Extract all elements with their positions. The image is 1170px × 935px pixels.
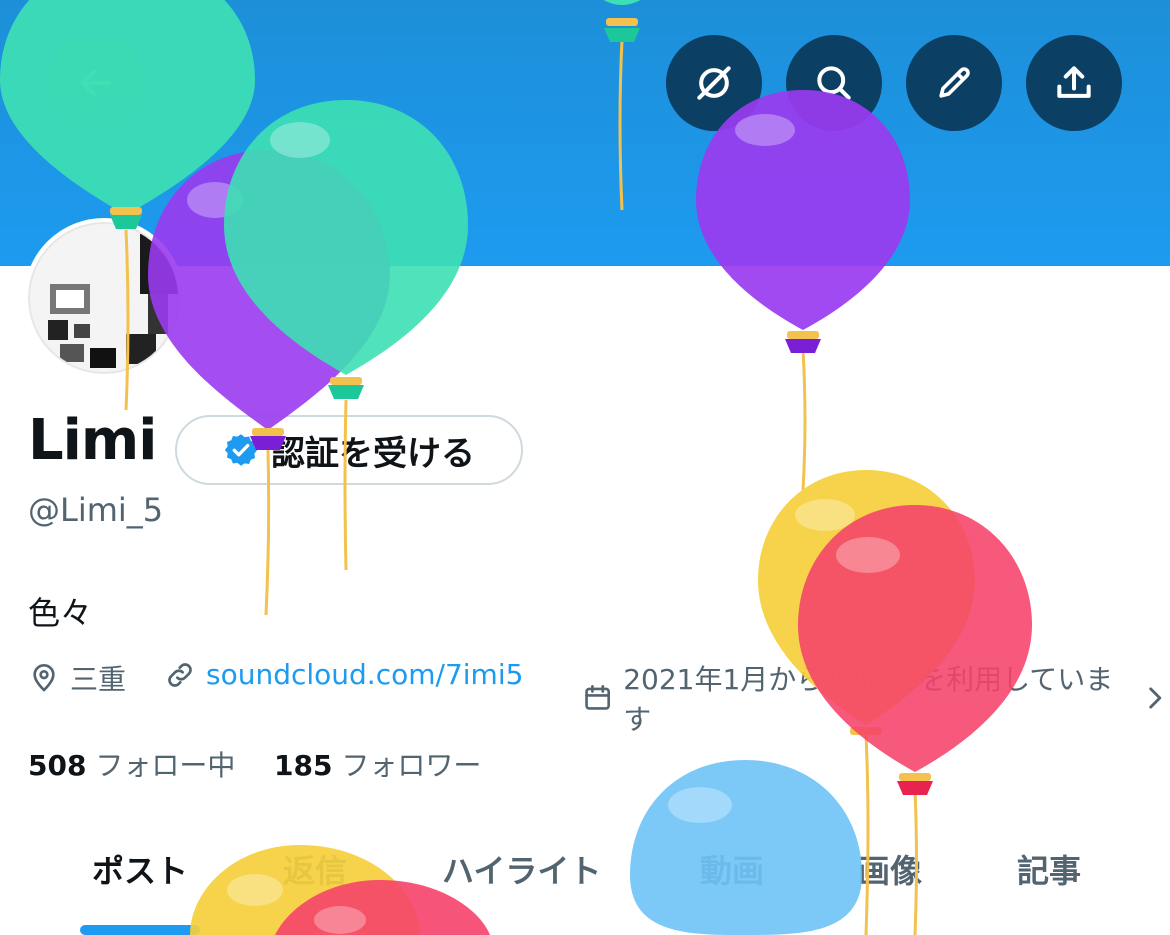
followers-label: フォロワー <box>341 749 482 782</box>
following-label: フォロー中 <box>95 749 236 782</box>
edit-button[interactable] <box>906 35 1002 131</box>
chevron-right-icon <box>1149 687 1162 709</box>
profile-handle: @Limi_5 <box>28 491 164 529</box>
tab-articles[interactable]: 記事 <box>1017 846 1081 892</box>
following-number: 508 <box>28 749 87 782</box>
calendar-icon <box>585 684 610 710</box>
followers-count[interactable]: 185 フォロワー <box>274 744 481 784</box>
active-tab-indicator <box>80 925 200 935</box>
profile-name: Limi <box>28 408 157 473</box>
grok-icon <box>697 66 731 100</box>
tab-videos[interactable]: 動画 <box>700 846 764 892</box>
verified-badge-icon <box>224 434 258 466</box>
avatar[interactable] <box>24 218 184 378</box>
search-button[interactable] <box>786 35 882 131</box>
joined-item[interactable]: 2021年1月からTwitterを利用しています <box>582 658 1170 738</box>
location-icon <box>33 664 55 692</box>
joined-text: 2021年1月からTwitterを利用しています <box>623 663 1114 736</box>
edit-icon <box>939 67 970 98</box>
grok-button[interactable] <box>666 35 762 131</box>
website-item[interactable]: soundcloud.com/7imi5 <box>164 658 523 691</box>
tab-images[interactable]: 画像 <box>858 846 922 892</box>
back-button[interactable] <box>48 35 144 131</box>
location-text: 三重 <box>70 663 127 696</box>
tab-posts[interactable]: ポスト <box>92 846 188 892</box>
profile-bio: 色々 <box>28 594 93 632</box>
profile-banner <box>0 0 1170 266</box>
location-item: 三重 <box>28 658 126 698</box>
tab-replies[interactable]: 返信 <box>283 846 347 892</box>
following-count[interactable]: 508 フォロー中 <box>28 744 235 784</box>
search-icon <box>817 66 851 100</box>
share-icon <box>1057 66 1091 98</box>
back-arrow-icon <box>80 69 112 97</box>
website-link[interactable]: soundcloud.com/7imi5 <box>206 658 523 691</box>
followers-number: 185 <box>274 749 333 782</box>
share-button[interactable] <box>1026 35 1122 131</box>
get-verified-button[interactable]: 認証を受ける <box>175 415 523 485</box>
avatar-image <box>28 222 180 374</box>
get-verified-label: 認証を受ける <box>271 433 475 474</box>
tab-highlights[interactable]: ハイライト <box>442 846 601 892</box>
link-icon <box>168 662 192 687</box>
